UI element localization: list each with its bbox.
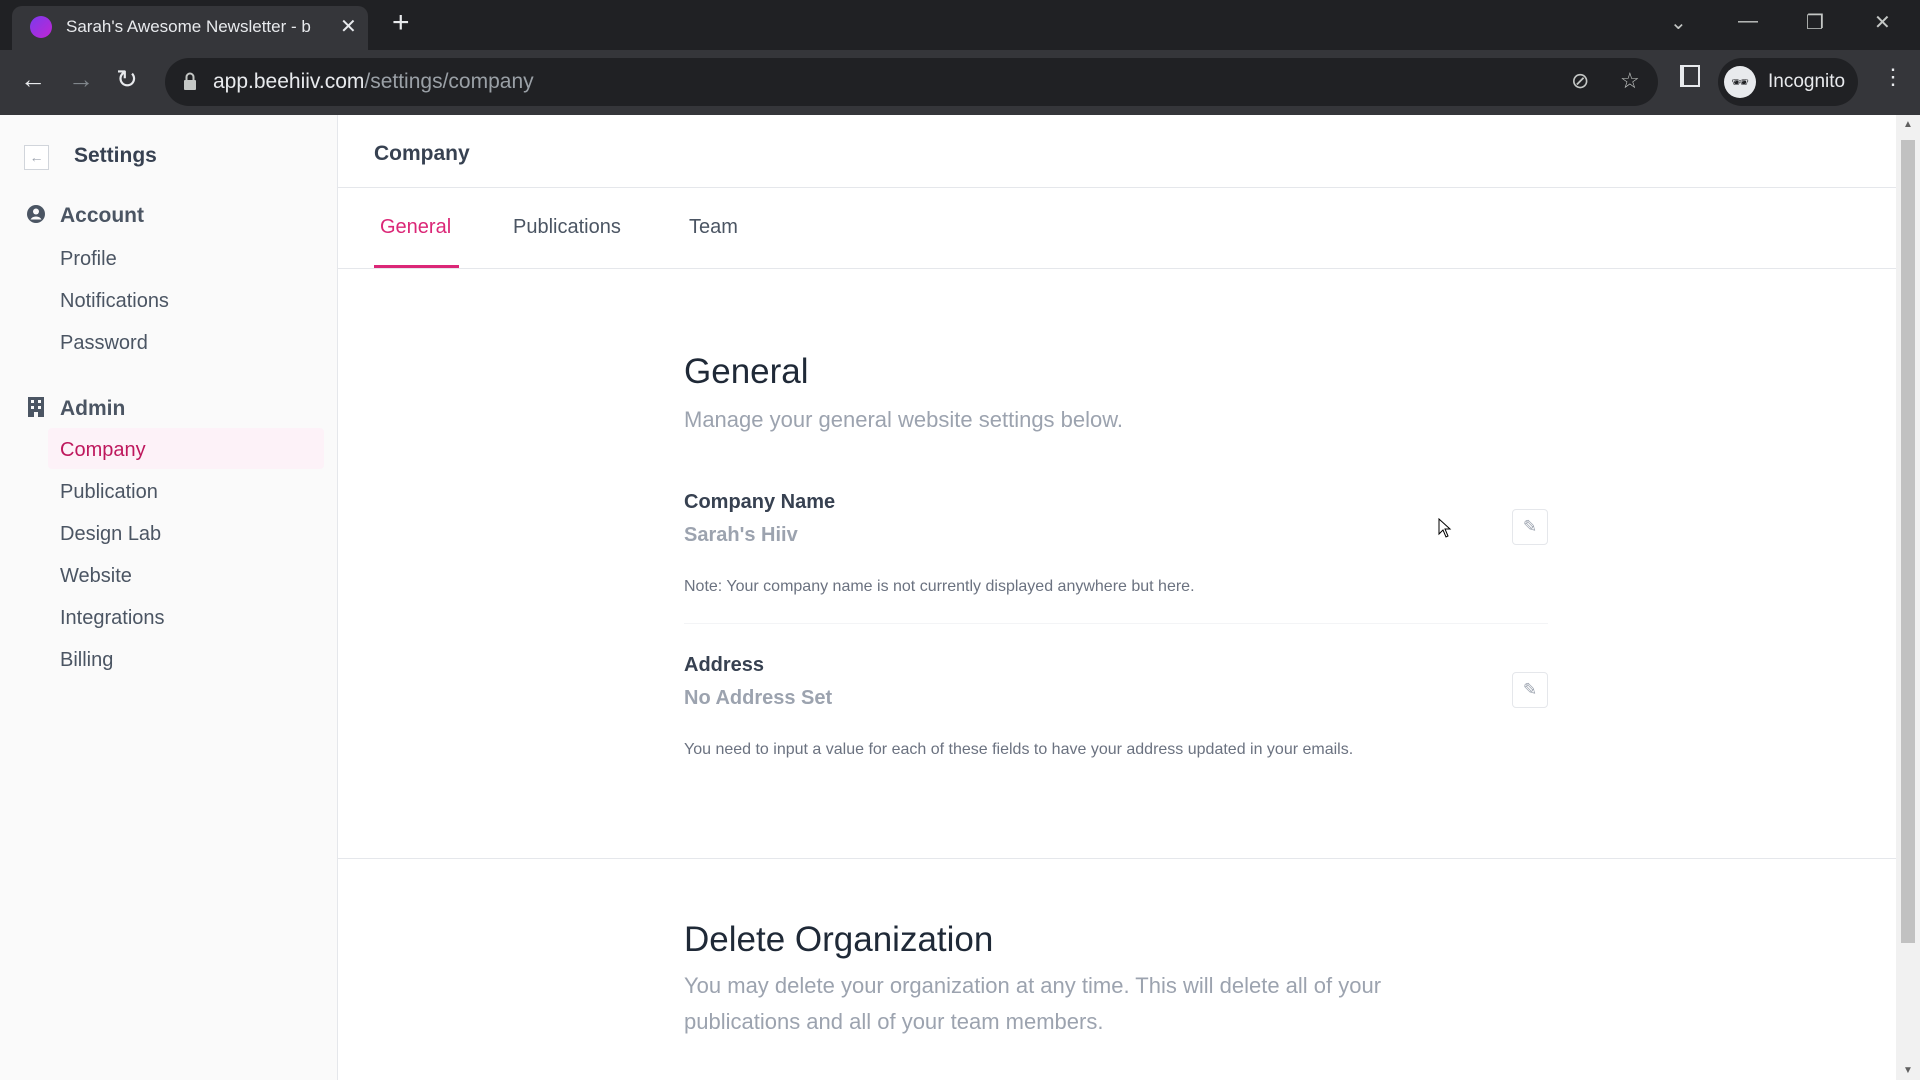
page-header: Company <box>374 142 470 165</box>
tab-close-icon[interactable]: ✕ <box>340 14 357 39</box>
company-name-note: Note: Your company name is not currently… <box>684 578 1195 595</box>
scroll-down-icon[interactable]: ▼ <box>1903 1065 1913 1076</box>
incognito-icon: 🕶 <box>1724 66 1756 98</box>
company-name-label: Company Name <box>684 491 836 513</box>
browser-tab-strip: Sarah's Awesome Newsletter - b ✕ + ⌄ — ❐… <box>0 0 1920 50</box>
building-icon <box>28 397 44 417</box>
sidebar-item-notifications[interactable]: Notifications <box>60 290 169 313</box>
settings-sidebar: ← Settings Account Profile Notifications… <box>0 115 338 1080</box>
back-icon[interactable]: ← <box>20 64 46 95</box>
forward-icon[interactable]: → <box>68 64 94 95</box>
sidebar-item-website[interactable]: Website <box>60 565 132 588</box>
star-icon[interactable]: ☆ <box>1620 68 1640 94</box>
address-note: You need to input a value for each of th… <box>684 741 1354 758</box>
section-subtitle: Manage your general website settings bel… <box>684 407 1124 432</box>
tab-title: Sarah's Awesome Newsletter - b <box>66 17 311 36</box>
pencil-icon: ✎ <box>1522 517 1538 536</box>
lock-icon <box>184 72 196 90</box>
sidebar-item-password[interactable]: Password <box>60 332 148 355</box>
main-content: Company General Publications Team Genera… <box>338 115 1896 1080</box>
tab-search-icon[interactable]: ⌄ <box>1670 10 1687 35</box>
window-close-icon[interactable]: ✕ <box>1874 10 1891 35</box>
menu-kebab-icon[interactable]: ⋮ <box>1882 64 1904 90</box>
address-value: No Address Set <box>684 687 833 709</box>
incognito-profile-button[interactable]: 🕶 Incognito <box>1718 58 1858 106</box>
tab-team[interactable]: Team <box>689 216 738 239</box>
sidebar-section-admin: Admin <box>60 397 126 420</box>
sidebar-item-publication[interactable]: Publication <box>60 481 158 504</box>
eye-off-icon[interactable]: ⊘ <box>1571 68 1589 94</box>
section-title-general: General <box>684 352 809 391</box>
restore-icon[interactable]: ❐ <box>1806 10 1824 35</box>
scrollbar[interactable]: ▲ ▼ <box>1896 115 1920 1080</box>
reload-icon[interactable]: ↻ <box>116 64 138 95</box>
edit-company-name-button[interactable]: ✎ <box>1512 509 1548 545</box>
back-arrow-button[interactable]: ← <box>24 145 49 170</box>
tabs-divider <box>338 268 1896 269</box>
mouse-cursor-icon <box>1438 518 1452 538</box>
sidebar-item-company[interactable]: Company <box>60 439 146 462</box>
browser-toolbar: ← → ↻ app.beehiiv.com/settings/company ⊘… <box>0 50 1920 115</box>
company-name-value: Sarah's Hiiv <box>684 524 798 546</box>
sidebar-title: Settings <box>74 144 157 167</box>
user-circle-icon <box>27 205 45 223</box>
new-tab-icon[interactable]: + <box>392 6 410 40</box>
pencil-icon: ✎ <box>1522 680 1538 699</box>
field-divider <box>684 623 1548 624</box>
beehiiv-favicon-icon <box>30 16 52 38</box>
scrollbar-thumb[interactable] <box>1901 140 1915 943</box>
delete-organization-title: Delete Organization <box>684 920 994 959</box>
address-label: Address <box>684 654 765 676</box>
tab-publications[interactable]: Publications <box>513 216 621 239</box>
browser-tab[interactable]: Sarah's Awesome Newsletter - b ✕ <box>12 6 368 50</box>
delete-organization-text: You may delete your organization at any … <box>684 973 1382 998</box>
sidebar-section-account: Account <box>60 204 144 227</box>
delete-organization-text-2: publications and all of your team member… <box>684 1009 1104 1034</box>
address-bar[interactable]: app.beehiiv.com/settings/company ⊘ ☆ <box>165 58 1658 106</box>
sidebar-item-design-lab[interactable]: Design Lab <box>60 523 161 546</box>
profile-label: Incognito <box>1768 71 1846 92</box>
minimize-icon[interactable]: — <box>1738 10 1758 33</box>
side-panel-icon[interactable] <box>1680 65 1700 87</box>
url-text: app.beehiiv.com/settings/company <box>213 70 534 93</box>
sidebar-item-profile[interactable]: Profile <box>60 248 117 271</box>
sidebar-item-billing[interactable]: Billing <box>60 649 113 672</box>
scroll-up-icon[interactable]: ▲ <box>1903 119 1913 130</box>
section-divider <box>338 858 1896 859</box>
sidebar-item-integrations[interactable]: Integrations <box>60 607 165 630</box>
header-divider <box>338 187 1896 188</box>
edit-address-button[interactable]: ✎ <box>1512 672 1548 708</box>
tab-general[interactable]: General <box>380 216 451 239</box>
